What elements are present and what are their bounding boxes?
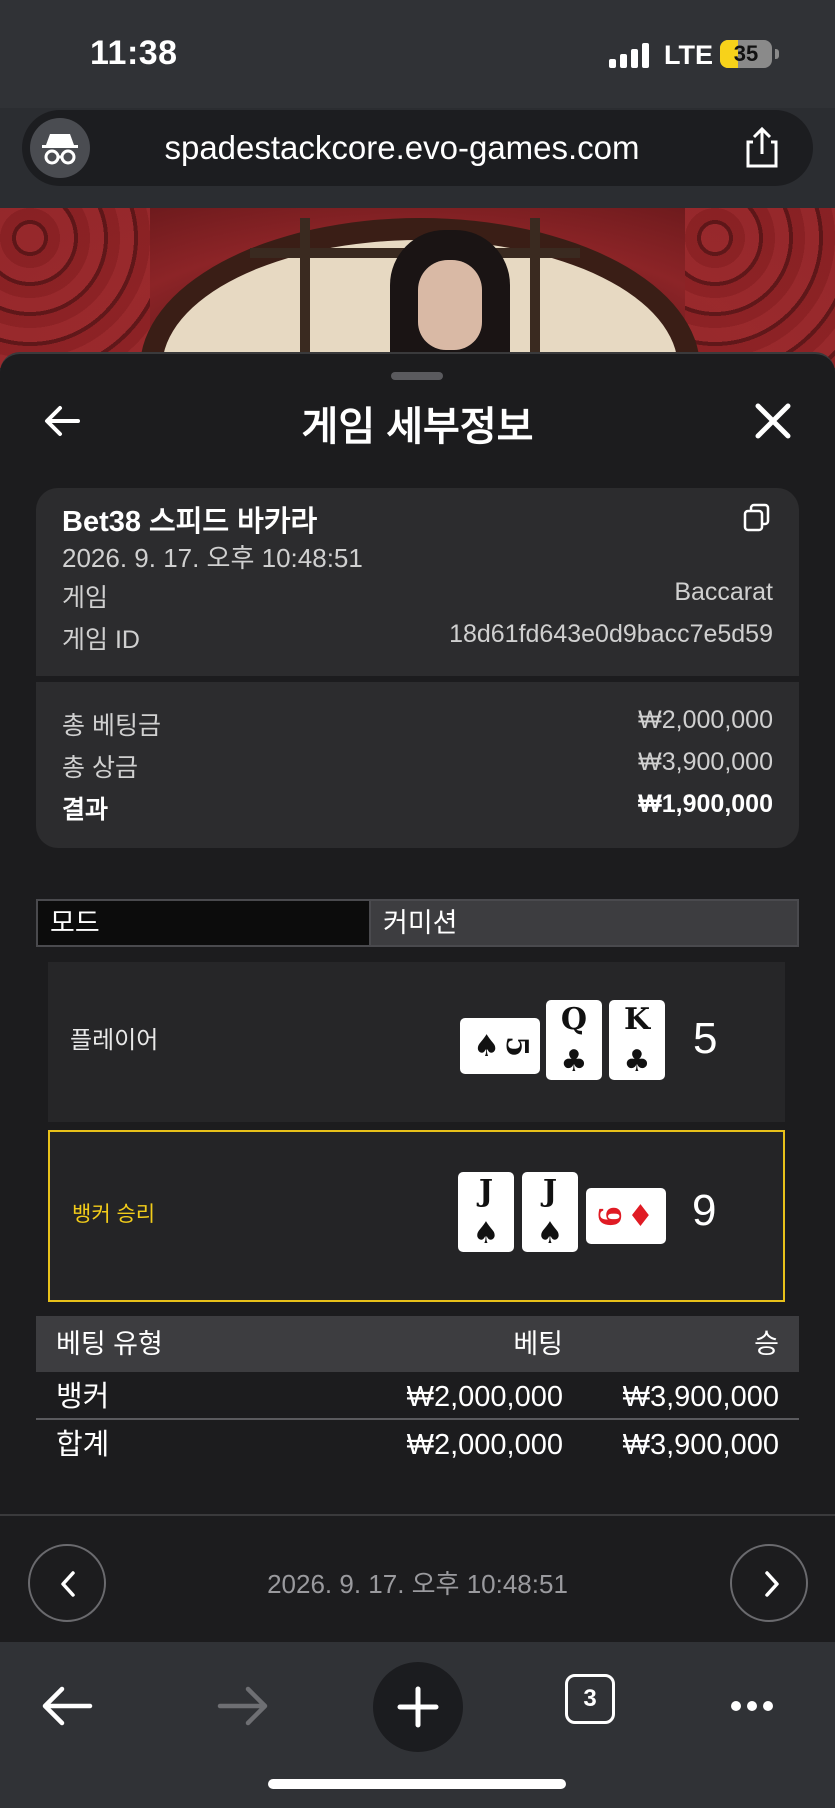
copy-icon[interactable] <box>742 502 772 532</box>
plus-icon <box>397 1686 439 1728</box>
chevron-right-icon <box>765 1571 779 1597</box>
dealer-video <box>0 208 835 368</box>
card-rank: K <box>623 1002 651 1037</box>
game-label: 게임 <box>62 584 109 612</box>
win-amount-cell: ₩3,900,000 <box>622 1429 779 1461</box>
playing-card: ♠ 5 <box>460 1018 540 1074</box>
game-id-value: 18d61fd643e0d9bacc7e5d59 <box>449 620 773 648</box>
col-win: 승 <box>754 1329 779 1359</box>
chevron-left-icon <box>61 1571 75 1597</box>
footer-date: 2026. 9. 17. 오후 10:48:51 <box>267 1569 568 1599</box>
bet-table-header: 베팅 유형 베팅 승 <box>36 1316 799 1372</box>
banker-win-label: 뱅커 승리 <box>72 1203 156 1226</box>
new-tab-button[interactable] <box>373 1662 463 1752</box>
playing-card: Q ♣ <box>546 1000 602 1080</box>
player-score: 5 <box>693 1014 718 1063</box>
card-suit: ♠ <box>536 1216 564 1251</box>
url-text[interactable]: spadestackcore.evo-games.com <box>112 110 692 186</box>
game-value: Baccarat <box>674 578 773 606</box>
bet-type-cell: 뱅커 <box>56 1381 110 1413</box>
win-amount-cell: ₩3,900,000 <box>622 1381 779 1413</box>
bet-amount-cell: ₩2,000,000 <box>406 1381 563 1413</box>
result-value: ₩1,900,000 <box>638 790 773 818</box>
home-indicator <box>268 1779 566 1789</box>
total-bet-value: ₩2,000,000 <box>638 706 773 734</box>
battery-tip <box>775 49 779 59</box>
card-rank: 9 <box>591 1205 627 1227</box>
footer-divider <box>0 1514 835 1516</box>
card-suit: ♣ <box>560 1044 588 1079</box>
player-label: 플레이어 <box>70 1027 159 1054</box>
previous-round-button[interactable] <box>28 1544 106 1622</box>
back-arrow-icon[interactable] <box>38 396 88 446</box>
table-row-total: 합계 ₩2,000,000 ₩3,900,000 <box>36 1422 799 1468</box>
browser-back-icon[interactable] <box>24 1662 112 1750</box>
bet-type-cell: 합계 <box>56 1429 110 1461</box>
card-suit: ♠ <box>473 1028 501 1064</box>
tab-commission[interactable]: 커미션 <box>369 901 797 945</box>
next-round-button[interactable] <box>730 1544 808 1622</box>
sheet-title: 게임 세부정보 <box>301 405 534 449</box>
battery-level: 35 <box>733 41 759 66</box>
card-rank: Q <box>560 1002 588 1037</box>
player-hand: 플레이어 ♠ 5 Q ♣ K ♣ 5 <box>48 962 785 1122</box>
card-suit: ♣ <box>623 1044 651 1079</box>
playing-card: K ♣ <box>609 1000 665 1080</box>
tab-count: 3 <box>565 1674 615 1724</box>
battery-icon: 35 <box>720 40 772 68</box>
incognito-icon[interactable] <box>30 118 90 178</box>
mode-tabs: 모드 커미션 <box>36 899 799 947</box>
browser-forward-icon[interactable] <box>198 1662 286 1750</box>
close-icon[interactable] <box>748 396 798 446</box>
result-label: 결과 <box>62 796 109 824</box>
network-label: LTE <box>664 40 713 70</box>
more-icon[interactable] <box>708 1662 796 1750</box>
game-id-label: 게임 ID <box>62 626 140 654</box>
signal-icon <box>609 42 649 68</box>
banker-hand: 뱅커 승리 J ♠ J ♠ 9 ♦ 9 <box>48 1130 785 1302</box>
status-time: 11:38 <box>90 34 178 72</box>
card-suit: ♠ <box>472 1216 500 1251</box>
game-info-card: Bet38 스피드 바카라 2026. 9. 17. 오후 10:48:51 게… <box>36 488 799 848</box>
total-win-label: 총 상금 <box>62 754 138 782</box>
bet-amount-cell: ₩2,000,000 <box>406 1429 563 1461</box>
playing-card: 9 ♦ <box>586 1188 666 1244</box>
col-bet: 베팅 <box>513 1329 563 1359</box>
col-bet-type: 베팅 유형 <box>56 1329 163 1359</box>
playing-card: J ♠ <box>458 1172 514 1252</box>
card-rank: 5 <box>498 1035 534 1057</box>
card-rank: J <box>478 1174 494 1209</box>
status-bar: 11:38 LTE 35 <box>0 0 835 108</box>
game-details-sheet: 게임 세부정보 Bet38 스피드 바카라 2026. 9. 17. 오후 10… <box>0 352 835 1642</box>
card-rank: J <box>542 1174 558 1209</box>
round-timestamp: 2026. 9. 17. 오후 10:48:51 <box>62 543 363 573</box>
total-bet-label: 총 베팅금 <box>62 712 161 740</box>
table-name: Bet38 스피드 바카라 <box>62 506 318 538</box>
tabs-button[interactable]: 3 <box>555 1662 643 1750</box>
total-win-value: ₩3,900,000 <box>638 748 773 776</box>
address-bar[interactable]: spadestackcore.evo-games.com <box>22 110 813 186</box>
share-icon[interactable] <box>738 124 786 172</box>
playing-card: J ♠ <box>522 1172 578 1252</box>
sheet-grabber[interactable] <box>391 372 443 380</box>
tab-mode[interactable]: 모드 <box>38 901 369 945</box>
banker-score: 9 <box>692 1186 717 1235</box>
card-suit: ♦ <box>626 1198 654 1234</box>
table-row: 뱅커 ₩2,000,000 ₩3,900,000 <box>36 1374 799 1420</box>
